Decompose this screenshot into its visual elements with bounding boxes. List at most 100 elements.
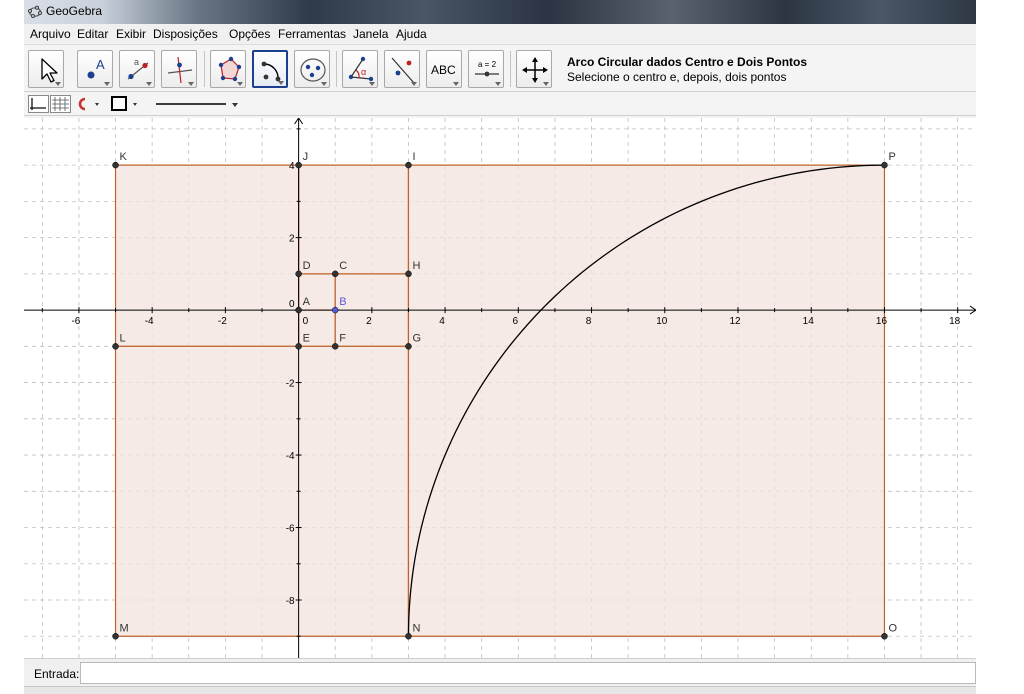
window-bottom-edge — [24, 686, 976, 694]
polygon-tool-button[interactable] — [210, 50, 246, 88]
tool-submenu-triangle — [146, 82, 152, 86]
menu-exibir[interactable]: Exibir — [116, 27, 146, 41]
color-style-button-icon[interactable] — [110, 95, 140, 113]
tool-glyph: α — [361, 67, 366, 77]
x-tick-label: 16 — [876, 316, 888, 327]
tool-submenu-triangle — [55, 82, 61, 86]
tool-help: Arco Circular dados Centro e Dois Pontos… — [567, 55, 807, 84]
grid-toggle-icon[interactable] — [50, 95, 71, 113]
tool-submenu-triangle — [188, 82, 194, 86]
x-tick-label: 0 — [303, 316, 309, 327]
tool-submenu-triangle — [321, 82, 327, 86]
tool-submenu-triangle — [543, 82, 549, 86]
y-tick-label: -8 — [286, 596, 295, 607]
x-tick-label: 18 — [949, 316, 961, 327]
point-label-k: K — [120, 151, 128, 163]
move-graphics-view-tool-button[interactable] — [516, 50, 552, 88]
angle-tool-button[interactable]: α — [342, 50, 378, 88]
window-title: GeoGebra — [46, 4, 103, 18]
menu-bar: Arquivo Editar Exibir Disposições Opções… — [24, 24, 976, 44]
point-capturing-magnet-icon[interactable] — [76, 95, 102, 113]
point-e[interactable] — [295, 343, 302, 350]
polygon[interactable] — [298, 164, 410, 275]
point-label-d: D — [303, 260, 311, 272]
point-c[interactable] — [331, 270, 339, 278]
x-tick-label: 14 — [803, 316, 815, 327]
toolbar-separator — [336, 51, 337, 87]
input-bar: Entrada: — [24, 658, 976, 686]
reflect-tool-button[interactable] — [384, 50, 420, 88]
point-label-e: E — [303, 332, 310, 344]
point-label-f: F — [339, 332, 346, 344]
tool-submenu-triangle — [495, 82, 501, 86]
point-j[interactable] — [295, 161, 302, 169]
graphics-canvas[interactable]: -6 -4 -2 0 2 4 6 8 10 12 14 16 18 4 2 0 -2 -4 -6 -8 A B C D E F G H… — [24, 118, 976, 658]
style-bar-axis-grid-toggles — [28, 95, 71, 113]
tool-help-description: Selecione o centro e, depois, dois ponto… — [567, 70, 787, 84]
menu-ajuda[interactable]: Ajuda — [396, 27, 427, 41]
new-point-tool-button[interactable]: A — [77, 50, 113, 88]
point-label-m: M — [120, 622, 129, 634]
point-label-b: B — [339, 296, 346, 308]
menu-arquivo[interactable]: Arquivo — [30, 27, 71, 41]
point-label-o: O — [888, 622, 897, 634]
polygon[interactable] — [407, 164, 886, 637]
menu-disposicoes[interactable]: Disposições — [153, 27, 218, 41]
perpendicular-tool-button[interactable] — [161, 50, 197, 88]
point-p[interactable] — [881, 161, 888, 169]
toolbar: A a α ABC a = 2 Arco Circular dados Cent… — [24, 44, 976, 92]
menu-ferramentas[interactable]: Ferramentas — [278, 27, 346, 41]
polygon[interactable] — [114, 164, 300, 347]
point-label-c: C — [339, 260, 347, 272]
x-tick-label: 2 — [366, 316, 372, 327]
title-bar: GeoGebra — [24, 0, 976, 24]
point-h[interactable] — [405, 270, 412, 278]
circular-arc-tool-icon — [261, 61, 281, 82]
circular-arc-tool-button[interactable] — [252, 50, 288, 88]
tool-submenu-triangle — [453, 82, 459, 86]
point-o[interactable] — [881, 633, 888, 640]
x-tick-label: 12 — [729, 316, 741, 327]
input-field[interactable] — [80, 662, 976, 684]
conic-tool-button[interactable] — [294, 50, 330, 88]
tool-submenu-triangle — [411, 82, 417, 86]
toolbar-separator — [510, 51, 511, 87]
tool-glyph: a — [134, 57, 139, 67]
line-tool-button[interactable]: a — [119, 50, 155, 88]
tool-submenu-triangle — [278, 81, 284, 85]
point-f[interactable] — [331, 343, 339, 350]
point-l[interactable] — [112, 343, 119, 350]
tool-submenu-triangle — [104, 82, 110, 86]
text-tool-button[interactable]: ABC — [426, 50, 462, 88]
point-b[interactable] — [331, 306, 339, 314]
point-label-g: G — [412, 332, 421, 344]
input-label: Entrada: — [34, 667, 80, 681]
menu-opcoes[interactable]: Opções — [229, 27, 270, 41]
menu-janela[interactable]: Janela — [353, 27, 388, 41]
y-tick-label: -2 — [286, 379, 295, 390]
point-k[interactable] — [112, 161, 119, 169]
tool-glyph: a = 2 — [478, 60, 497, 69]
point-n[interactable] — [405, 633, 412, 640]
tool-submenu-triangle — [369, 82, 375, 86]
line-style-button-icon[interactable] — [150, 95, 242, 113]
style-bar — [24, 92, 976, 116]
point-a[interactable] — [295, 306, 302, 314]
point-g[interactable] — [405, 343, 412, 350]
point-label-n: N — [412, 622, 420, 634]
x-tick-label: -2 — [218, 316, 227, 327]
point-m[interactable] — [112, 633, 119, 640]
move-tool-button[interactable] — [28, 50, 64, 88]
point-label-h: H — [412, 260, 420, 272]
graphics-view[interactable]: -6 -4 -2 0 2 4 6 8 10 12 14 16 18 4 2 0 -2 -4 -6 -8 A B C D E F G H… — [24, 118, 976, 658]
x-tick-label: 4 — [439, 316, 445, 327]
point-d[interactable] — [295, 270, 302, 278]
axes-toggle-icon[interactable] — [28, 95, 49, 113]
geogebra-window: GeoGebra Arquivo Editar Exibir Disposiçõ… — [24, 0, 976, 694]
point-i[interactable] — [405, 161, 412, 169]
x-tick-label: 8 — [586, 316, 592, 327]
x-tick-label: 6 — [513, 316, 519, 327]
menu-editar[interactable]: Editar — [77, 27, 108, 41]
slider-tool-button[interactable]: a = 2 — [468, 50, 504, 88]
polygon[interactable] — [114, 345, 410, 637]
